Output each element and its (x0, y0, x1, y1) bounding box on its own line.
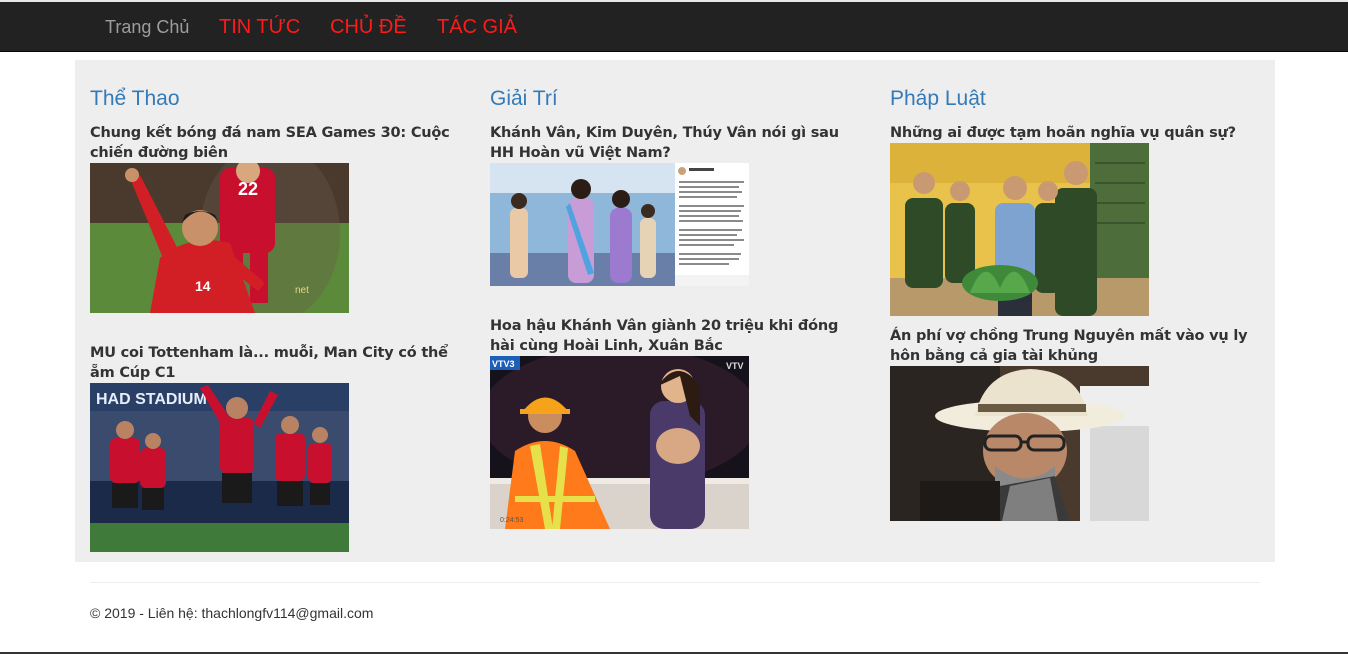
svg-text:22: 22 (238, 179, 258, 199)
article-thumbnail-man-hat[interactable] (890, 366, 1149, 521)
article-title[interactable]: Những ai được tạm hoãn nghĩa vụ quân sự? (890, 123, 1265, 143)
nav-topics-link[interactable]: CHỦ ĐỀ (330, 16, 407, 39)
category-title-sports[interactable]: Thể Thao (90, 87, 180, 111)
nav-news-link[interactable]: TIN TỨC (219, 16, 300, 39)
article-thumbnail-tv-show[interactable]: VTV3 VTV 0:24:53 (490, 356, 749, 529)
article-thumbnail-manutd[interactable]: HAD STADIUM (90, 383, 349, 552)
svg-text:net: net (295, 285, 309, 296)
article-title[interactable]: Án phí vợ chồng Trung Nguyên mất vào vụ … (890, 326, 1265, 366)
article-thumbnail-military[interactable] (890, 143, 1149, 316)
footer-divider (90, 582, 1260, 583)
article-title[interactable]: MU coi Tottenham là... muỗi, Man City có… (90, 343, 465, 383)
svg-text:14: 14 (195, 278, 211, 294)
article-title[interactable]: Chung kết bóng đá nam SEA Games 30: Cuộc… (90, 123, 465, 163)
category-title-entertainment[interactable]: Giải Trí (490, 87, 558, 111)
footer-contact-text: © 2019 - Liên hệ: thachlongfv114@gmail.c… (90, 605, 374, 621)
svg-text:VTV3: VTV3 (492, 359, 515, 369)
article-title[interactable]: Khánh Vân, Kim Duyên, Thúy Vân nói gì sa… (490, 123, 865, 163)
category-title-law[interactable]: Pháp Luật (890, 87, 986, 111)
svg-text:VTV: VTV (726, 361, 744, 371)
news-content-area: Thể Thao Chung kết bóng đá nam SEA Games… (75, 60, 1275, 562)
top-navbar: Trang Chủ TIN TỨC CHỦ ĐỀ TÁC GIẢ (0, 0, 1348, 52)
svg-text:HAD STADIUM: HAD STADIUM (96, 391, 207, 408)
svg-text:0:24:53: 0:24:53 (500, 517, 523, 524)
article-title[interactable]: Hoa hậu Khánh Vân giành 20 triệu khi đón… (490, 316, 865, 356)
nav-home-link[interactable]: Trang Chủ (105, 17, 189, 38)
article-thumbnail-pageant[interactable] (490, 163, 749, 286)
nav-authors-link[interactable]: TÁC GIẢ (437, 16, 517, 39)
article-thumbnail-soccer[interactable]: 22 14 net (90, 163, 349, 313)
